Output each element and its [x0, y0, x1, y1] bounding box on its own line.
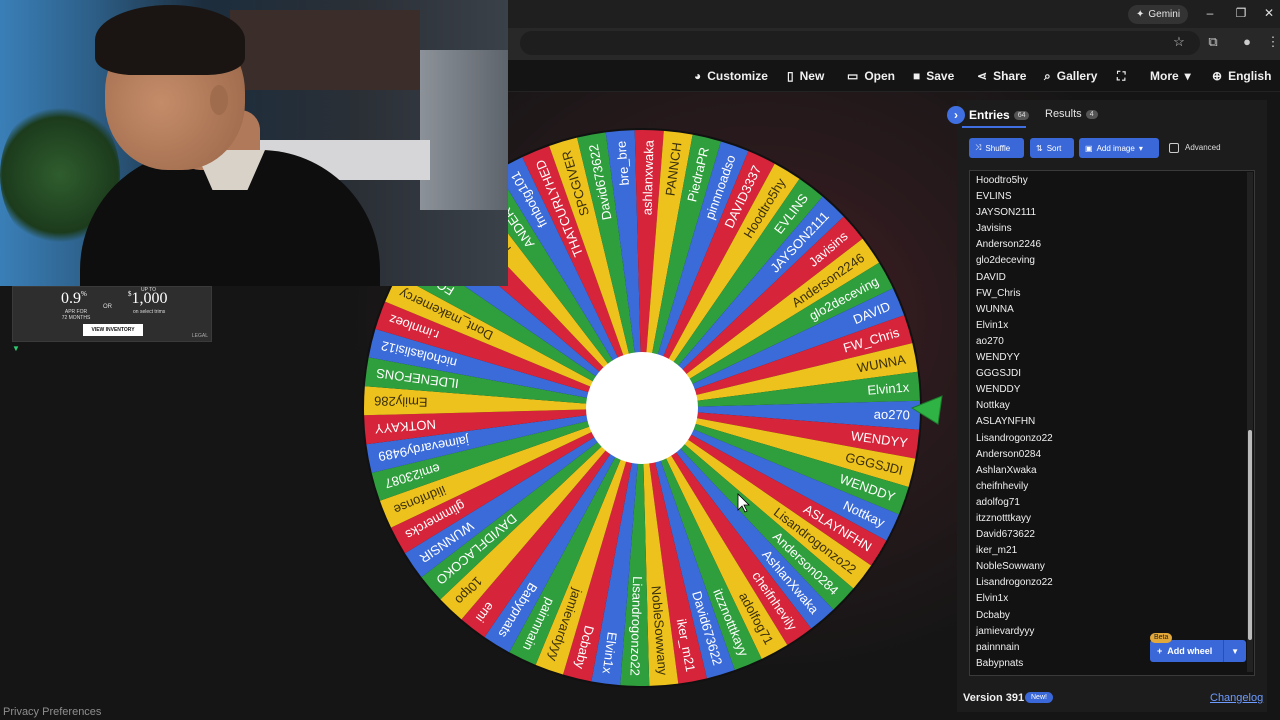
- ad-legal[interactable]: LEGAL: [192, 333, 208, 339]
- entry-item[interactable]: Lisandrogonzo22: [976, 575, 1254, 591]
- wheel-segment-label: Lisandrogonzo22: [627, 576, 645, 676]
- entry-item[interactable]: GGGSJDI: [976, 366, 1254, 382]
- entries-scroll-thumb[interactable]: [1248, 430, 1252, 640]
- add-wheel-button[interactable]: + Add wheel ▼: [1150, 640, 1246, 662]
- entry-item[interactable]: Elvin1x: [976, 318, 1254, 334]
- webcam-fridge: [420, 50, 508, 210]
- chevron-down-icon: ▾: [1138, 143, 1143, 153]
- webcam-cabinets: [230, 10, 420, 90]
- collapse-arrow-icon[interactable]: ›: [947, 106, 965, 124]
- entries-count-badge: 64: [1013, 110, 1030, 120]
- entry-item[interactable]: David673622: [976, 527, 1254, 543]
- active-tab-indicator: [962, 126, 1026, 128]
- chevron-down-icon[interactable]: ▼: [1224, 647, 1246, 656]
- entry-item[interactable]: Lisandrogonzo22: [976, 431, 1254, 447]
- advanced-label: Advanced: [1185, 143, 1221, 152]
- entry-item[interactable]: JAYSON2111: [976, 205, 1254, 221]
- webcam-person-hair: [95, 5, 245, 75]
- ad-apr-sub: APR FOR 72 MONTHS: [61, 309, 91, 321]
- beta-badge: Beta: [1150, 633, 1173, 643]
- ad-amount-sub: on select trims: [133, 309, 166, 315]
- shuffle-icon: ⤨: [975, 143, 982, 152]
- version-label: Version 391: [963, 692, 1025, 704]
- entries-tab-label: Entries: [969, 108, 1010, 122]
- ad-choices-icon[interactable]: ▼: [12, 344, 20, 353]
- entry-item[interactable]: AshlanXwaka: [976, 463, 1254, 479]
- add-wheel-label: Add wheel: [1167, 646, 1213, 656]
- tab-entries[interactable]: › Entries 64: [947, 106, 1030, 124]
- add-wheel-main[interactable]: + Add wheel: [1150, 646, 1223, 656]
- entry-item[interactable]: jamievardyyy: [976, 624, 1254, 640]
- entry-item[interactable]: FW_Chris: [976, 286, 1254, 302]
- ad-apr: 0.9%: [61, 290, 87, 307]
- entry-item[interactable]: adolfog71: [976, 495, 1254, 511]
- entry-item[interactable]: EVLINS: [976, 189, 1254, 205]
- shuffle-button[interactable]: ⤨ Shuffle: [969, 138, 1024, 158]
- entry-item[interactable]: cheifnhevily: [976, 479, 1254, 495]
- shuffle-label: Shuffle: [985, 143, 1011, 153]
- sort-button[interactable]: ⇅ Sort: [1030, 138, 1074, 158]
- webcam-overlay: [0, 0, 508, 286]
- entry-item[interactable]: Hoodtro5hy: [976, 173, 1254, 189]
- add-image-label: Add image: [1096, 143, 1135, 153]
- entry-item[interactable]: ASLAYNFHN: [976, 414, 1254, 430]
- view-inventory-button[interactable]: VIEW INVENTORY: [83, 324, 143, 336]
- entry-item[interactable]: Javisins: [976, 221, 1254, 237]
- privacy-preferences-link[interactable]: Privacy Preferences: [3, 706, 101, 718]
- results-count-badge: 4: [1085, 109, 1098, 119]
- tab-results[interactable]: Results 4: [1045, 108, 1098, 120]
- wheel-segment-label: Emily286: [374, 393, 428, 409]
- add-image-button[interactable]: ▣ Add image ▾: [1079, 138, 1159, 158]
- plus-icon: +: [1157, 646, 1163, 656]
- new-badge: New!: [1025, 692, 1053, 703]
- entry-item[interactable]: Anderson2246: [976, 237, 1254, 253]
- screen: ✦ Gemini – ❐ ✕ ☆ ⧉ ● ⋮ ◕ Customize ▯ New…: [0, 0, 1280, 720]
- entry-item[interactable]: DAVID: [976, 270, 1254, 286]
- results-tab-label: Results: [1045, 108, 1082, 120]
- entries-list: Hoodtro5hy EVLINS JAYSON2111 Javisins Anders…: [970, 171, 1254, 672]
- entry-item[interactable]: WENDYY: [976, 350, 1254, 366]
- sort-icon: ⇅: [1036, 143, 1043, 153]
- entry-item[interactable]: WUNNA: [976, 302, 1254, 318]
- entry-item[interactable]: NobleSowwany: [976, 559, 1254, 575]
- entry-item[interactable]: glo2deceving: [976, 253, 1254, 269]
- entry-item[interactable]: iker_m21: [976, 543, 1254, 559]
- advanced-checkbox[interactable]: [1169, 143, 1179, 153]
- entry-item[interactable]: Nottkay: [976, 398, 1254, 414]
- entry-item[interactable]: Elvin1x: [976, 591, 1254, 607]
- ad-banner[interactable]: 0.9% APR FOR 72 MONTHS OR UP TO $1,000 on…: [12, 286, 212, 342]
- entry-item[interactable]: Dcbaby: [976, 608, 1254, 624]
- entry-item[interactable]: itzznotttkayy: [976, 511, 1254, 527]
- ad-amount: $1,000: [128, 290, 168, 307]
- sort-label: Sort: [1046, 143, 1062, 153]
- image-icon: ▣: [1085, 143, 1093, 153]
- ad-or: OR: [103, 304, 112, 310]
- entries-textarea[interactable]: Hoodtro5hy EVLINS JAYSON2111 Javisins Anders…: [969, 170, 1255, 676]
- wheel-segment-label: ashlanxwaka: [640, 139, 657, 215]
- wheel-center-hub[interactable]: [586, 352, 698, 464]
- entry-item[interactable]: ao270: [976, 334, 1254, 350]
- webcam-person-ear: [210, 85, 228, 115]
- entry-item[interactable]: WENDDY: [976, 382, 1254, 398]
- changelog-link[interactable]: Changelog: [1210, 692, 1263, 704]
- entry-item[interactable]: Anderson0284: [976, 447, 1254, 463]
- wheel-segment-label: ao270: [874, 407, 911, 423]
